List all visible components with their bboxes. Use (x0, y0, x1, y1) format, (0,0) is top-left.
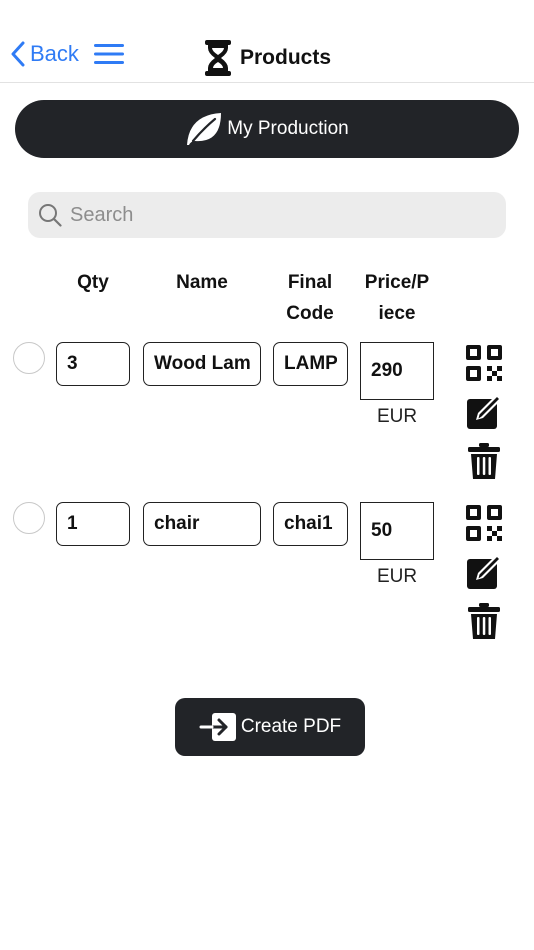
row-select-radio[interactable] (13, 342, 45, 374)
trash-icon[interactable] (467, 442, 501, 480)
currency-label: EUR (376, 406, 418, 427)
column-header-final-code-line1: Final (287, 272, 333, 293)
search-input[interactable] (68, 202, 492, 228)
trash-icon[interactable] (467, 602, 501, 640)
price-field[interactable] (360, 342, 434, 400)
column-header-price: Price/P iece (355, 267, 439, 329)
qty-field[interactable] (56, 342, 130, 386)
back-label: Back (30, 41, 79, 66)
final-code-field[interactable] (273, 502, 348, 546)
export-arrow-icon (199, 713, 236, 741)
column-header-final-code: Final Code (270, 267, 350, 329)
search-bar[interactable] (28, 192, 506, 238)
my-production-label: My Production (227, 118, 349, 139)
page-title: Products (204, 38, 331, 78)
edit-icon[interactable] (465, 553, 503, 591)
name-field[interactable] (143, 342, 261, 386)
column-header-qty: Qty (77, 272, 109, 293)
leaf-icon (187, 113, 222, 145)
column-header-price-line2: iece (378, 303, 416, 324)
price-field[interactable] (360, 502, 434, 560)
my-production-button[interactable]: My Production (15, 100, 519, 158)
create-pdf-label: Create PDF (240, 716, 342, 737)
column-header-final-code-line2: Code (286, 303, 334, 324)
create-pdf-button[interactable]: Create PDF (175, 698, 365, 756)
page-title-text: Products (240, 46, 332, 69)
name-field[interactable] (143, 502, 261, 546)
qr-code-icon[interactable] (465, 504, 503, 542)
search-icon (39, 204, 62, 227)
hourglass-icon (205, 40, 231, 76)
row-select-radio[interactable] (13, 502, 45, 534)
edit-icon[interactable] (465, 393, 503, 431)
column-header-name: Name (176, 272, 228, 293)
back-button[interactable]: Back (10, 36, 79, 72)
currency-label: EUR (376, 566, 418, 587)
chevron-left-icon (11, 41, 25, 67)
final-code-field[interactable] (273, 342, 348, 386)
hamburger-menu-icon[interactable] (94, 43, 124, 65)
column-header-price-line1: Price/P (364, 272, 430, 293)
qty-field[interactable] (56, 502, 130, 546)
qr-code-icon[interactable] (465, 344, 503, 382)
